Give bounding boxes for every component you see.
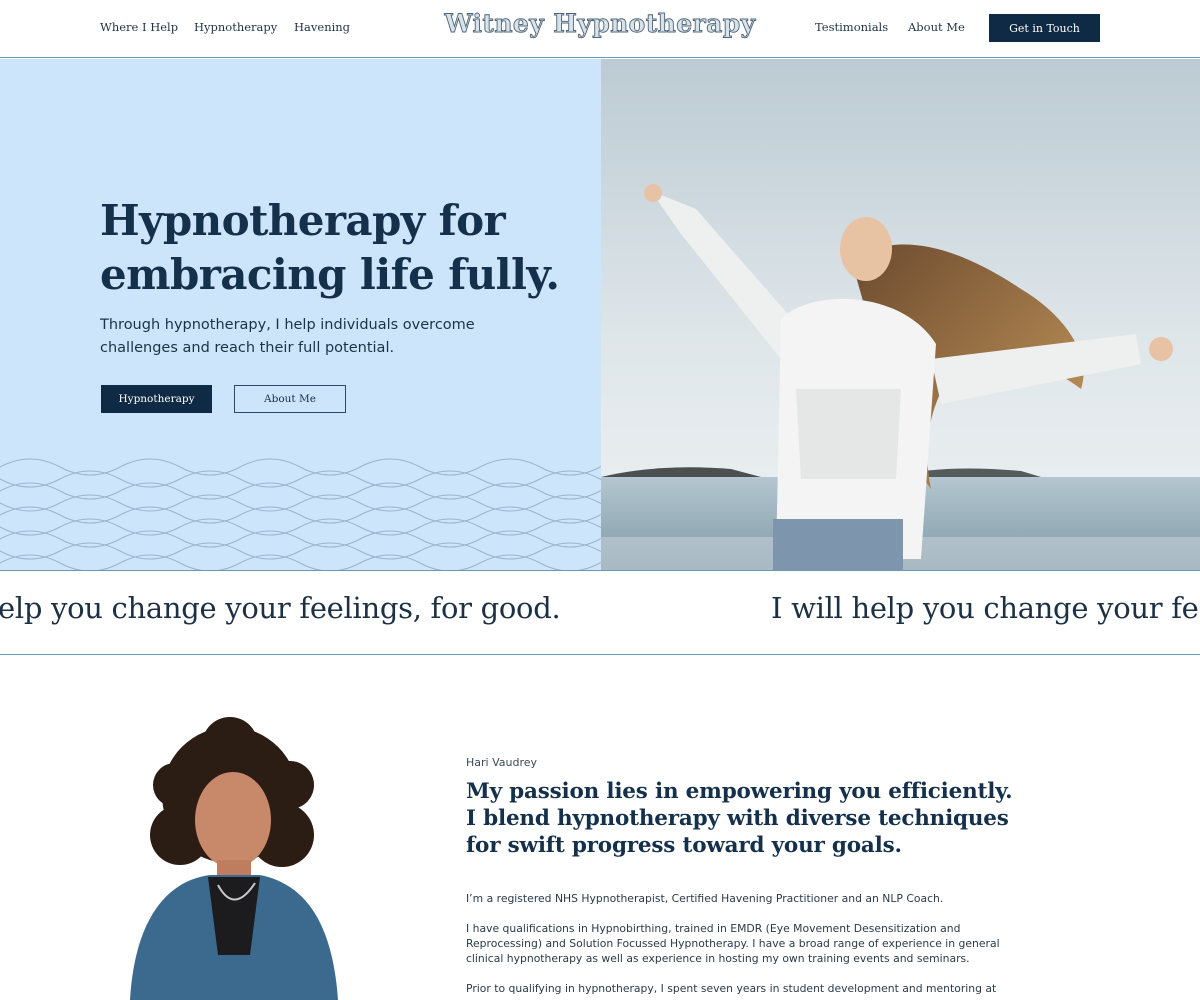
hypnotherapy-button[interactable]: Hypnotherapy	[101, 385, 212, 413]
about-name: Hari Vaudrey	[466, 756, 538, 769]
site-header: Where I Help Hypnotherapy Havening Witne…	[0, 0, 1200, 58]
hero-panel: Hypnotherapy for embracing life fully. T…	[0, 59, 601, 570]
hero-title: Hypnotherapy for embracing life fully.	[100, 196, 560, 299]
portrait-image	[130, 717, 338, 1000]
about-paragraph-2: I have qualifications in Hypnobirthing, …	[466, 922, 1000, 965]
about-me-button[interactable]: About Me	[234, 385, 346, 413]
get-in-touch-button[interactable]: Get in Touch	[989, 14, 1100, 42]
hero-subtitle: Through hypnotherapy, I help individuals…	[100, 317, 475, 356]
marquee-text-2: I will help you change your fee	[771, 591, 1200, 625]
hero-photo	[601, 59, 1200, 570]
about-heading: My passion lies in empowering you effici…	[466, 779, 1013, 858]
about-paragraph-3: Prior to qualifying in hypnotherapy, I s…	[466, 982, 997, 995]
tagline-marquee: elp you change your feelings, for good. …	[0, 570, 1200, 655]
wave-pattern-decoration	[0, 458, 601, 570]
about-paragraph-1: I’m a registered NHS Hypnotherapist, Cer…	[466, 892, 944, 905]
nav-about-me[interactable]: About Me	[908, 20, 965, 34]
hari-vaudrey-photo	[100, 715, 360, 1000]
marquee-text-1: elp you change your feelings, for good.	[0, 591, 561, 625]
nav-testimonials[interactable]: Testimonials	[815, 20, 888, 34]
woman-on-beach-image	[601, 59, 1200, 570]
